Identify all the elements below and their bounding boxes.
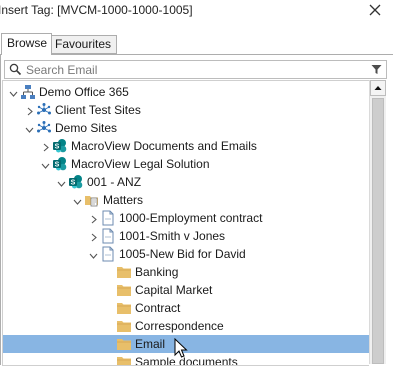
svg-text:S: S [55,162,60,169]
tree-item[interactable]: Matters [3,191,369,209]
chevron-down-icon[interactable] [25,123,34,133]
tree-item-label: Banking [135,265,179,279]
filter-icon[interactable] [371,64,382,75]
tree-item-label: Matters [103,193,144,207]
tree-item-label: MacroView Legal Solution [71,157,210,171]
vertical-scrollbar[interactable] [369,80,386,364]
document-set-icon [100,228,116,244]
scroll-thumb[interactable] [372,98,384,364]
tree-item-label: Contract [135,301,181,315]
site-collection-icon [36,102,52,118]
folder-icon [116,336,132,352]
tree-item-label: 1001-Smith v Jones [119,229,226,243]
document-set-icon [100,210,116,226]
mouse-cursor-icon [174,337,188,360]
tree-item[interactable]: Capital Market [3,281,369,299]
folder-icon [116,300,132,316]
tab-browse[interactable]: Browse [1,33,52,55]
library-icon [84,192,100,208]
folder-icon [116,318,132,334]
tree-item[interactable]: Correspondence [3,317,369,335]
tree-item-label: Client Test Sites [55,103,141,117]
svg-text:S: S [55,144,60,151]
tree-item[interactable]: 1001-Smith v Jones [3,227,369,245]
chevron-down-icon[interactable] [57,177,66,187]
tree-item[interactable]: S 001 - ANZ [3,173,369,191]
arrow-up-icon [374,86,382,90]
tree-item-label: Email [135,337,166,351]
close-icon[interactable] [366,1,384,19]
tree-item[interactable]: Demo Office 365 [3,83,369,101]
sharepoint-icon: S [68,174,84,190]
tree-item[interactable]: Demo Sites [3,119,369,137]
chevron-down-icon[interactable] [89,249,98,259]
svg-text:S: S [71,180,76,187]
folder-icon [116,264,132,280]
folder-icon [116,282,132,298]
search-box[interactable] [4,60,387,79]
tree-item-label: 1005-New Bid for David [119,247,246,261]
scroll-up-button[interactable] [370,80,386,96]
tree-item-label: MacroView Documents and Emails [71,139,257,153]
chevron-right-icon[interactable] [89,231,98,242]
document-set-icon [100,246,116,262]
search-icon [9,63,22,76]
tree-item[interactable]: S MacroView Legal Solution [3,155,369,173]
tree-item[interactable]: 1005-New Bid for David [3,245,369,263]
tab-favourites[interactable]: Favourites [49,35,117,54]
tree-item[interactable]: Banking [3,263,369,281]
tree-item[interactable]: Client Test Sites [3,101,369,119]
tree-item-label: 001 - ANZ [87,175,142,189]
tree-item-label: Demo Sites [55,121,118,135]
chevron-down-icon[interactable] [73,195,82,205]
chevron-down-icon[interactable] [9,87,18,97]
site-collection-icon [36,120,52,136]
window-title: Insert Tag: [MVCM-1000-1000-1005] [0,3,193,17]
sharepoint-icon: S [52,138,68,154]
tree-item-label: 1000-Employment contract [119,211,263,225]
tree-item[interactable]: S MacroView Documents and Emails [3,137,369,155]
sharepoint-icon: S [52,156,68,172]
chevron-right-icon[interactable] [41,141,50,152]
chevron-down-icon[interactable] [41,159,50,169]
tree-item-label: Correspondence [135,319,224,333]
chevron-right-icon[interactable] [89,213,98,224]
network-icon [20,84,36,100]
title-bar: Insert Tag: [MVCM-1000-1000-1005] [0,0,393,24]
folder-tree[interactable]: Demo Office 365 Client Test Sites Demo Sit… [2,80,369,366]
tree-item-label: Capital Market [135,283,213,297]
search-input[interactable] [26,61,356,78]
tree-item[interactable]: Contract [3,299,369,317]
tree-item-label: Demo Office 365 [39,85,129,99]
tree-item[interactable]: 1000-Employment contract [3,209,369,227]
chevron-right-icon[interactable] [25,105,34,116]
folder-icon [116,354,132,365]
